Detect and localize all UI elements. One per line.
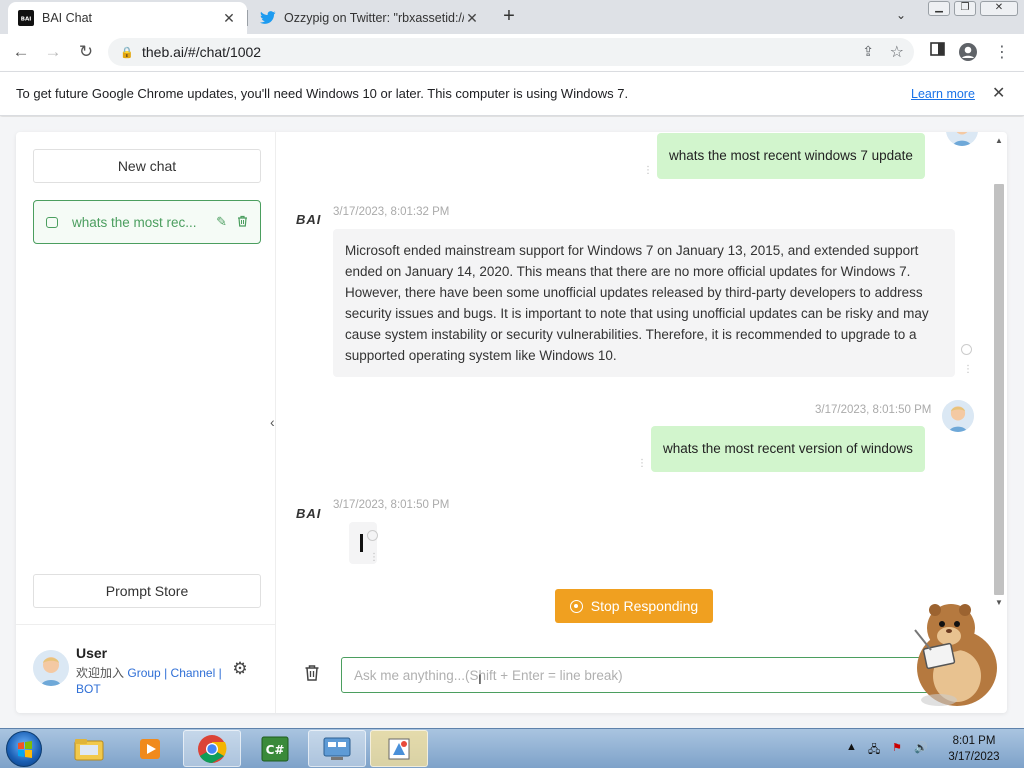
tab-title: Ozzypig on Twitter: "rbxassetid://: [284, 11, 464, 25]
url-text: theb.ai/#/chat/1002: [142, 44, 262, 60]
message-menu-icon[interactable]: ⋮: [637, 459, 647, 469]
collapse-sidebar-chevron-icon[interactable]: ‹: [270, 414, 275, 430]
chat-bubble-icon: [46, 216, 58, 228]
profile-avatar-icon[interactable]: [958, 42, 978, 62]
browser-tab-strip: BAI BAI Chat ✕ Ozzypig on Twitter: "rbxa…: [0, 0, 1024, 34]
join-links: 欢迎加入 Group | Channel | BOT: [76, 665, 226, 697]
bai-logo-icon: BAI: [296, 212, 322, 227]
close-window-button[interactable]: ✕: [980, 1, 1018, 16]
address-bar[interactable]: 🔒 theb.ai/#/chat/1002 ⇪ ☆: [108, 38, 914, 66]
page-viewport: New chat whats the most rec... ✎ Prompt …: [0, 117, 1024, 728]
tab-title: BAI Chat: [42, 11, 93, 25]
bot-message: Microsoft ended mainstream support for W…: [333, 229, 955, 377]
loading-spinner-icon: [961, 344, 972, 355]
conversation-item[interactable]: whats the most rec... ✎: [33, 200, 261, 244]
twitter-bird-icon: [260, 10, 276, 26]
bot-link[interactable]: BOT: [76, 682, 101, 696]
avatar: [946, 132, 978, 146]
user-name: User: [76, 645, 108, 661]
prompt-store-button[interactable]: Prompt Store: [33, 574, 261, 608]
scroll-up-arrow-icon[interactable]: ▲: [995, 136, 1003, 145]
paint-icon[interactable]: [370, 730, 428, 767]
close-icon[interactable]: ✕: [992, 83, 1005, 103]
scrollbar-thumb[interactable]: [994, 184, 1004, 595]
windows-start-icon[interactable]: [6, 731, 42, 767]
join-prefix: 欢迎加入: [76, 666, 125, 680]
side-panel-icon[interactable]: [927, 42, 947, 62]
chat-scrollbar[interactable]: ▲ ▼: [992, 132, 1006, 608]
windows-taskbar: C# ▲ 🖧 ⚑ 🔊 8:01 PM 3/17/2023: [0, 728, 1024, 768]
message-menu-icon[interactable]: ⋮: [369, 553, 379, 563]
google-chrome-icon[interactable]: [183, 730, 241, 767]
sidebar: New chat whats the most rec... ✎ Prompt …: [16, 132, 276, 713]
close-tab-icon[interactable]: ✕: [464, 10, 480, 27]
message-timestamp: 3/17/2023, 8:01:32 PM: [333, 206, 450, 218]
bookmark-star-icon[interactable]: ☆: [890, 42, 904, 62]
message-timestamp: 3/17/2023, 8:01:50 PM: [333, 499, 450, 511]
new-tab-button[interactable]: +: [499, 6, 519, 26]
network-icon[interactable]: 🖧: [868, 741, 880, 760]
tab-divider: [247, 10, 248, 26]
message-timestamp: 3/17/2023, 8:01:50 PM: [815, 404, 932, 416]
user-message: whats the most recent windows 7 update: [657, 133, 925, 179]
infobar-message: To get future Google Chrome updates, you…: [16, 86, 629, 101]
browser-toolbar: ← → ↻ 🔒 theb.ai/#/chat/1002 ⇪ ☆ ⋮: [0, 34, 1024, 71]
user-message: whats the most recent version of windows: [651, 426, 925, 472]
close-tab-icon[interactable]: ✕: [221, 10, 237, 27]
loading-spinner-icon: [367, 530, 378, 541]
conversation-title: whats the most rec...: [72, 214, 197, 230]
separator: |: [164, 666, 168, 680]
clock-date: 3/17/2023: [948, 751, 1000, 763]
learn-more-link[interactable]: Learn more: [911, 87, 975, 101]
tab-bai-chat[interactable]: BAI BAI Chat ✕: [8, 2, 247, 34]
svg-text:BAI: BAI: [21, 17, 32, 23]
stop-responding-button[interactable]: Stop Responding: [555, 589, 713, 623]
control-panel-icon[interactable]: [308, 730, 366, 767]
avatar: [33, 650, 69, 686]
clock-time: 8:01 PM: [952, 735, 996, 747]
text-cursor-icon: Ι: [478, 671, 482, 687]
stop-label: Stop Responding: [590, 598, 699, 614]
csharp-ide-icon[interactable]: C#: [246, 730, 304, 767]
volume-icon[interactable]: 🔊: [914, 741, 928, 754]
windows-explorer-icon[interactable]: [60, 730, 118, 767]
lock-icon: 🔒: [120, 46, 134, 59]
edit-icon[interactable]: ✎: [216, 214, 227, 230]
system-clock[interactable]: 8:01 PM 3/17/2023: [932, 733, 1016, 765]
bai-logo-icon: BAI: [296, 506, 322, 521]
stop-circle-icon: [569, 599, 583, 613]
back-arrow-icon[interactable]: ←: [9, 41, 33, 63]
minimize-button[interactable]: ▁: [928, 1, 950, 16]
forward-arrow-icon[interactable]: →: [41, 41, 65, 63]
avatar: [942, 400, 974, 432]
tab-search-chevron-icon[interactable]: ⌄: [896, 8, 906, 22]
message-menu-icon[interactable]: ⋮: [643, 166, 653, 176]
trash-icon[interactable]: [237, 215, 248, 230]
svg-text:C#: C#: [266, 743, 285, 757]
chat-input[interactable]: [341, 657, 951, 693]
restore-button[interactable]: ❐: [954, 1, 976, 16]
hamster-mascot-image: [895, 600, 1007, 712]
tab-twitter[interactable]: Ozzypig on Twitter: "rbxassetid:// ✕: [250, 2, 490, 34]
bai-logo-icon: BAI: [18, 10, 34, 26]
gear-icon[interactable]: ⚙: [230, 659, 250, 679]
share-icon[interactable]: ⇪: [862, 43, 874, 60]
trash-icon[interactable]: [304, 664, 320, 686]
media-player-icon[interactable]: [121, 730, 179, 767]
new-chat-button[interactable]: New chat: [33, 149, 261, 183]
chat-app: New chat whats the most rec... ✎ Prompt …: [16, 132, 1007, 713]
menu-kebab-icon[interactable]: ⋮: [992, 42, 1012, 62]
separator: |: [218, 666, 222, 680]
update-infobar: To get future Google Chrome updates, you…: [0, 71, 1024, 116]
user-panel: User 欢迎加入 Group | Channel | BOT ⚙: [16, 624, 276, 713]
reload-icon[interactable]: ↻: [74, 41, 98, 63]
channel-link[interactable]: Channel: [171, 666, 216, 680]
show-hidden-icons-icon[interactable]: ▲: [846, 741, 857, 753]
group-link[interactable]: Group: [127, 666, 160, 680]
action-center-flag-icon[interactable]: ⚑: [892, 741, 902, 754]
message-menu-icon[interactable]: ⋮: [963, 365, 973, 375]
